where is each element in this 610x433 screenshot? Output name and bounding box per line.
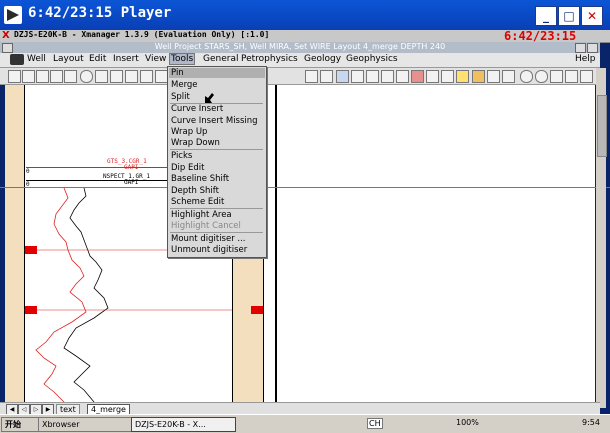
- window-restore-icon[interactable]: [587, 43, 598, 53]
- menu-item-highlight-area[interactable]: Highlight Area: [171, 210, 232, 220]
- menu-item-pin[interactable]: Pin: [169, 68, 265, 78]
- bars-icon[interactable]: [487, 70, 500, 83]
- menu-item-depth-shift[interactable]: Depth Shift: [171, 186, 219, 196]
- mouse-cursor-icon: [205, 93, 214, 103]
- layer-icon[interactable]: [456, 70, 469, 83]
- pen-icon[interactable]: [366, 70, 379, 83]
- menu-item-scheme-edit[interactable]: Scheme Edit: [171, 197, 224, 207]
- fit-icon[interactable]: [550, 70, 563, 83]
- depth-icon[interactable]: [441, 70, 454, 83]
- task-xmanager[interactable]: DZJS-E20K-B - X...: [131, 417, 236, 432]
- menu-view[interactable]: View: [145, 54, 166, 64]
- menu-layout[interactable]: Layout: [53, 54, 84, 64]
- wave-icon[interactable]: [502, 70, 515, 83]
- menu-geophysics[interactable]: Geophysics: [346, 54, 398, 64]
- ruler-icon[interactable]: [305, 70, 318, 83]
- project-title: Well Project STARS_SH, Well MIRA, Set WI…: [154, 42, 446, 51]
- menu-item-unmount-digitiser[interactable]: Unmount digitiser: [171, 245, 247, 255]
- language-indicator[interactable]: CH: [367, 418, 383, 429]
- window-menu-icon[interactable]: [2, 43, 13, 53]
- menu-bar: Well Layout Edit Insert View Tools Gener…: [0, 53, 600, 68]
- tools-menu: Pin Merge Split Curve Insert Curve Inser…: [167, 66, 267, 258]
- star-icon[interactable]: [396, 70, 409, 83]
- menu-petrophysics[interactable]: Petrophysics: [241, 54, 298, 64]
- timecode-overlay: 6:42/23:15: [504, 29, 577, 43]
- menu-general[interactable]: General: [203, 54, 238, 64]
- window-minimize-icon[interactable]: [575, 43, 586, 53]
- x-logo-icon: X: [2, 30, 10, 41]
- minimize-button[interactable]: _: [535, 6, 557, 26]
- stack-icon[interactable]: [472, 70, 485, 83]
- menu-help[interactable]: Help: [575, 54, 596, 64]
- depth-track: [8, 85, 25, 402]
- toolbar: [0, 68, 600, 85]
- marker-right-lower[interactable]: [251, 306, 263, 314]
- taskbar: 开始 Xbrowser DZJS-E20K-B - X... CH 100% 9…: [0, 414, 610, 433]
- menu-item-curve-insert[interactable]: Curve Insert: [171, 104, 223, 114]
- zoom-in-icon[interactable]: [520, 70, 533, 83]
- paste-icon[interactable]: [50, 70, 63, 83]
- copy-icon[interactable]: [36, 70, 49, 83]
- cut-icon[interactable]: [95, 70, 108, 83]
- menu-item-wrap-down[interactable]: Wrap Down: [171, 138, 220, 148]
- page-icon[interactable]: [64, 70, 77, 83]
- menu-well[interactable]: Well: [27, 54, 46, 64]
- menu-item-curve-insert-missing[interactable]: Curve Insert Missing: [171, 116, 258, 126]
- marker-left-lower[interactable]: [25, 306, 37, 314]
- player-title: 6:42/23:15 Player: [28, 5, 172, 21]
- menu-geology[interactable]: Geology: [304, 54, 341, 64]
- chart-icon[interactable]: [125, 70, 138, 83]
- menu-item-dip-edit[interactable]: Dip Edit: [171, 163, 204, 173]
- text-icon[interactable]: [140, 70, 153, 83]
- scale-left: 0: [26, 168, 30, 175]
- table-icon[interactable]: [336, 70, 349, 83]
- menu-item-wrap-up[interactable]: Wrap Up: [171, 127, 207, 137]
- close-button[interactable]: ✕: [581, 6, 603, 26]
- menu-item-picks[interactable]: Picks: [171, 151, 192, 161]
- menu-item-baseline-shift[interactable]: Baseline Shift: [171, 174, 229, 184]
- menu-insert[interactable]: Insert: [113, 54, 139, 64]
- menu-item-split[interactable]: Split: [171, 92, 190, 102]
- task-xbrowser[interactable]: Xbrowser: [38, 417, 133, 432]
- ticks-icon[interactable]: [381, 70, 394, 83]
- scrollbar-thumb[interactable]: [597, 95, 607, 157]
- menu-edit[interactable]: Edit: [89, 54, 106, 64]
- well-logo-icon: [10, 54, 24, 65]
- marker-left-upper[interactable]: [25, 246, 37, 254]
- track-divider: [275, 85, 277, 402]
- app-title: DZJS-E20K-B - Xmanager 1.3.9 (Evaluation…: [14, 30, 270, 39]
- reset-icon[interactable]: [580, 70, 593, 83]
- curve1-trace: [35, 188, 87, 402]
- menu-item-highlight-cancel: Highlight Cancel: [171, 221, 241, 231]
- maximize-button[interactable]: □: [558, 6, 580, 26]
- scale-left-2: 0: [26, 181, 30, 188]
- menu-tools[interactable]: Tools: [169, 53, 196, 65]
- tool-icon[interactable]: [426, 70, 439, 83]
- menu-item-mount-digitiser[interactable]: Mount digitiser ...: [171, 234, 246, 244]
- clock: 9:54: [582, 418, 600, 427]
- zoom-area-icon[interactable]: [565, 70, 578, 83]
- club-icon[interactable]: [411, 70, 424, 83]
- player-logo-icon: [4, 6, 22, 24]
- zoom-level: 100%: [456, 418, 479, 427]
- curve2-trace: [63, 188, 109, 402]
- menu-item-merge[interactable]: Merge: [171, 80, 198, 90]
- zoom-icon[interactable]: [80, 70, 93, 83]
- track-icon[interactable]: [110, 70, 123, 83]
- open-icon[interactable]: [22, 70, 35, 83]
- project-bar: Well Project STARS_SH, Well MIRA, Set WI…: [0, 42, 600, 53]
- zoom-out-icon[interactable]: [535, 70, 548, 83]
- marker-icon[interactable]: [351, 70, 364, 83]
- new-icon[interactable]: [8, 70, 21, 83]
- grid-icon[interactable]: [320, 70, 333, 83]
- start-button[interactable]: 开始: [1, 417, 40, 432]
